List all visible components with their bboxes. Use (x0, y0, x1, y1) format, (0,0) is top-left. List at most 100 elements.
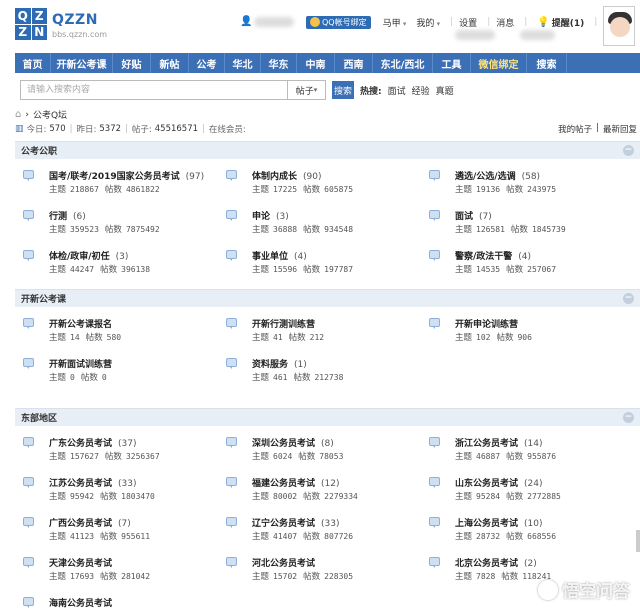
nav-item[interactable]: 首页 (15, 53, 51, 73)
forum-chat-icon (23, 358, 34, 369)
forum-name[interactable]: 广西公务员考试 (7) (49, 516, 131, 529)
forum-name-text: 开新申论训练营 (455, 320, 519, 330)
nav-item[interactable]: 公考 (189, 53, 225, 73)
site-logo[interactable]: Q Z Z N (15, 8, 47, 40)
hot-term-link[interactable]: 面试 (388, 84, 406, 97)
nav-item[interactable]: 好贴 (113, 53, 151, 73)
forum-chat-icon (429, 318, 440, 329)
forum-new-count: (2) (524, 559, 537, 569)
forum-name[interactable]: 资料服务 (1) (252, 357, 307, 370)
posts-count: 1845739 (531, 225, 566, 234)
avatar[interactable] (603, 6, 635, 46)
collapse-icon[interactable]: − (623, 293, 634, 304)
forum-name[interactable]: 江苏公务员考试 (33) (49, 476, 137, 489)
user-menu[interactable]: 马甲 (383, 16, 407, 29)
forum-name-text: 警察/政法干警 (455, 252, 513, 262)
forum-name[interactable]: 国考/联考/2019国家公务员考试 (97) (49, 169, 204, 182)
forum-name[interactable]: 行测 (6) (49, 209, 86, 222)
forum-name[interactable]: 面试 (7) (455, 209, 492, 222)
forum-chat-icon (23, 517, 34, 528)
nav-item[interactable]: 东北/西北 (373, 53, 433, 73)
section-header[interactable]: 开新公考课 − (15, 289, 640, 307)
my-menu[interactable]: 我的 (416, 16, 440, 29)
search-bar: 帖子 搜索 热搜: 面试 经验 真题 (20, 80, 454, 100)
forum-name[interactable]: 北京公务员考试 (2) (455, 556, 537, 569)
posts-count: 212738 (314, 373, 344, 382)
hot-term-link[interactable]: 真题 (436, 84, 454, 97)
nav-item[interactable]: 新帖 (151, 53, 189, 73)
forum-name[interactable]: 广东公务员考试 (37) (49, 436, 137, 449)
section-header[interactable]: 公考公职 − (15, 141, 640, 159)
nav-item[interactable]: 微信绑定 (471, 53, 527, 73)
forum-name[interactable]: 申论 (3) (252, 209, 289, 222)
forum-name-text: 开新公考课报名 (49, 320, 113, 330)
forum-name[interactable]: 警察/政法干警 (4) (455, 249, 531, 262)
scrollbar-thumb[interactable] (636, 530, 640, 552)
forum-name[interactable]: 海南公务员考试 (49, 596, 118, 609)
nav-item[interactable]: 华东 (261, 53, 297, 73)
posts-label: 帖数 (510, 225, 528, 235)
breadcrumb-current[interactable]: 公考Q坛 (33, 108, 67, 121)
forum-name[interactable]: 开新公考课报名 (49, 317, 118, 330)
forum-chat-icon (23, 318, 34, 329)
today-count: 570 (49, 124, 66, 134)
forum-name[interactable]: 深圳公务员考试 (8) (252, 436, 334, 449)
latest-reply-link[interactable]: 最新回复 (603, 123, 637, 135)
forum-name[interactable]: 开新申论训练营 (455, 317, 524, 330)
forum-chat-icon (226, 210, 237, 221)
forum-name[interactable]: 福建公务员考试 (12) (252, 476, 340, 489)
section-header[interactable]: 东部地区 − (15, 408, 640, 426)
posts-count: 78053 (319, 452, 344, 461)
home-icon[interactable]: ⌂ (15, 109, 21, 120)
nav-item[interactable]: 华北 (225, 53, 261, 73)
forum-name[interactable]: 体制内成长 (90) (252, 169, 322, 182)
forum-name[interactable]: 上海公务员考试 (10) (455, 516, 543, 529)
qq-bind-button[interactable]: QQ帐号绑定 (306, 15, 371, 29)
topics-label: 主题 (49, 333, 67, 343)
topics-label: 主题 (252, 492, 270, 502)
topics-label: 主题 (49, 492, 67, 502)
messages-link[interactable]: 消息 (496, 16, 514, 29)
collapse-icon[interactable]: − (623, 145, 634, 156)
search-button[interactable]: 搜索 (332, 81, 354, 99)
forum-name[interactable]: 开新面试训练营 (49, 357, 118, 370)
forum-name-text: 江苏公务员考试 (49, 479, 113, 489)
forum-stats-line: 主题 95942 帖数 1803470 (49, 490, 161, 502)
nav-item[interactable]: 开新公考课 (51, 53, 113, 73)
nav-item[interactable]: 西南 (335, 53, 373, 73)
search-input[interactable] (20, 80, 288, 100)
forum-name[interactable]: 事业单位 (4) (252, 249, 307, 262)
online-members-link[interactable]: 在线会员: (209, 123, 246, 135)
topics-label: 主题 (455, 532, 473, 542)
forum-name[interactable]: 天津公务员考试 (49, 556, 118, 569)
posts-count: 955611 (121, 532, 151, 541)
divider: | (202, 124, 205, 134)
topics-count: 7828 (476, 572, 496, 581)
forum-name[interactable]: 河北公务员考试 (252, 556, 321, 569)
my-posts-link[interactable]: 我的帖子 (558, 123, 592, 135)
collapse-icon[interactable]: − (623, 412, 634, 423)
forum-chat-icon (429, 477, 440, 488)
forum-new-count: (14) (524, 439, 543, 449)
forum-new-count: (24) (524, 479, 543, 489)
forum-name[interactable]: 体检/政审/初任 (3) (49, 249, 128, 262)
forum-name-text: 开新面试训练营 (49, 360, 113, 370)
forum-name[interactable]: 山东公务员考试 (24) (455, 476, 543, 489)
remind-label: 提醒(1) (551, 18, 585, 29)
posts-label: 帖数 (506, 532, 524, 542)
forum-name[interactable]: 辽宁公务员考试 (33) (252, 516, 340, 529)
topics-count: 126581 (476, 225, 505, 234)
search-type-select[interactable]: 帖子 (288, 80, 326, 100)
settings-link[interactable]: 设置 (459, 16, 477, 29)
forum-name[interactable]: 开新行测训练营 (252, 317, 321, 330)
nav-item[interactable]: 中南 (297, 53, 335, 73)
nav-item[interactable]: 工具 (433, 53, 471, 73)
hot-term-link[interactable]: 经验 (412, 84, 430, 97)
topics-count: 15596 (273, 265, 298, 274)
forum-name-text: 深圳公务员考试 (252, 439, 316, 449)
forum-new-count: (7) (479, 212, 492, 222)
remind-link[interactable]: 💡 提醒(1) (537, 16, 584, 29)
forum-name[interactable]: 遴选/公选/选调 (58) (455, 169, 540, 182)
forum-name[interactable]: 浙江公务员考试 (14) (455, 436, 543, 449)
nav-item[interactable]: 搜索 (527, 53, 567, 73)
